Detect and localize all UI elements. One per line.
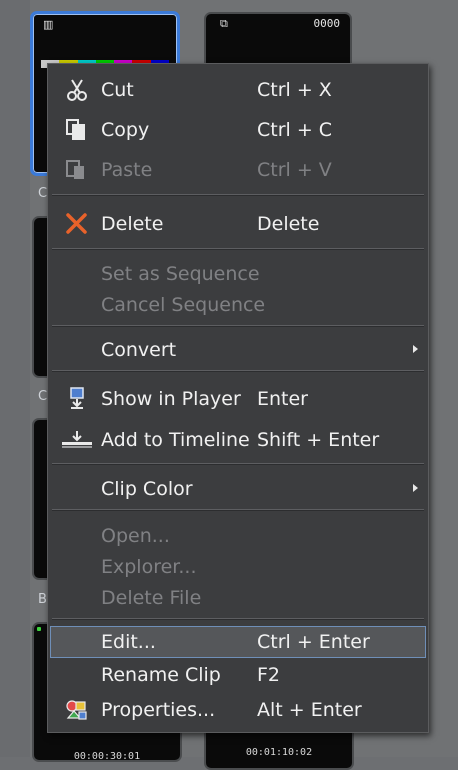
menu-separator	[52, 370, 424, 372]
menu-item-set-as-sequence[interactable]: Set as Sequence	[50, 259, 426, 289]
menu-item-rename-clip[interactable]: Rename Clip F2	[50, 660, 426, 690]
scissors-icon	[64, 78, 90, 102]
menu-item-label: Copy	[101, 119, 150, 141]
submenu-arrow-icon	[413, 345, 418, 353]
menu-item-shortcut: F2	[257, 664, 281, 686]
menu-item-add-to-timeline[interactable]: Add to Timeline Shift + Enter	[50, 425, 426, 455]
properties-icon	[64, 698, 90, 722]
menu-item-label: Paste	[101, 159, 153, 181]
menu-item-edit[interactable]: Edit... Ctrl + Enter	[50, 626, 426, 658]
menu-separator	[52, 463, 424, 465]
clip-name-partial: B	[38, 592, 47, 607]
clip-name-partial: C	[38, 389, 48, 404]
menu-item-properties[interactable]: Properties... Alt + Enter	[50, 695, 426, 725]
menu-item-label: Cancel Sequence	[101, 294, 266, 316]
menu-separator	[52, 248, 424, 250]
menu-item-label: Convert	[101, 339, 177, 361]
menu-item-label: Add to Timeline	[101, 429, 250, 451]
menu-item-label: Rename Clip	[101, 664, 221, 686]
menu-item-show-in-player[interactable]: Show in Player Enter	[50, 384, 426, 414]
menu-item-shortcut: Enter	[257, 388, 308, 410]
menu-item-shortcut: Ctrl + Enter	[257, 631, 370, 653]
context-menu: Cut Ctrl + X Copy Ctrl + C Paste Ctrl + …	[47, 63, 429, 733]
menu-item-paste[interactable]: Paste Ctrl + V	[50, 155, 426, 185]
submenu-arrow-icon	[413, 484, 418, 492]
menu-item-shortcut: Ctrl + V	[257, 159, 332, 181]
menu-item-label: Properties...	[101, 699, 216, 721]
menu-item-label: Delete File	[101, 587, 202, 609]
menu-item-shortcut: Shift + Enter	[257, 429, 380, 451]
menu-item-shortcut: Ctrl + C	[257, 119, 333, 141]
menu-item-delete-file[interactable]: Delete File	[50, 583, 426, 613]
copy-icon	[64, 118, 90, 142]
menu-item-cancel-sequence[interactable]: Cancel Sequence	[50, 290, 426, 320]
delete-x-icon	[64, 212, 90, 236]
bin-left-strip	[0, 0, 30, 757]
player-icon	[64, 387, 90, 411]
thumbnail-timecode: 0000	[313, 17, 341, 30]
film-icon: ▥	[43, 18, 54, 31]
menu-separator	[52, 325, 424, 327]
menu-item-label: Set as Sequence	[101, 263, 260, 285]
clip-timecode: 00:01:10:02	[245, 747, 313, 758]
menu-separator	[52, 618, 424, 620]
menu-item-label: Delete	[101, 213, 164, 235]
menu-item-shortcut: Ctrl + X	[257, 79, 332, 101]
menu-separator	[52, 194, 424, 196]
paste-icon	[64, 158, 90, 182]
menu-item-explorer[interactable]: Explorer...	[50, 552, 426, 582]
sequence-icon: ⧉	[220, 17, 228, 30]
menu-item-label: Open...	[101, 525, 170, 547]
menu-item-clip-color[interactable]: Clip Color	[50, 474, 426, 504]
menu-item-label: Clip Color	[101, 478, 193, 500]
menu-item-label: Edit...	[101, 631, 156, 653]
menu-item-copy[interactable]: Copy Ctrl + C	[50, 115, 426, 145]
menu-separator	[52, 509, 424, 511]
menu-item-cut[interactable]: Cut Ctrl + X	[50, 75, 426, 105]
menu-item-label: Show in Player	[101, 388, 241, 410]
menu-item-shortcut: Delete	[257, 213, 320, 235]
menu-item-open[interactable]: Open...	[50, 521, 426, 551]
menu-item-shortcut: Alt + Enter	[257, 699, 362, 721]
menu-item-delete[interactable]: Delete Delete	[50, 209, 426, 239]
status-indicator	[37, 627, 41, 631]
menu-item-label: Cut	[101, 79, 134, 101]
menu-item-convert[interactable]: Convert	[50, 335, 426, 365]
menu-item-label: Explorer...	[101, 556, 197, 578]
timeline-icon	[60, 428, 94, 452]
clip-name-partial: C	[38, 186, 48, 201]
